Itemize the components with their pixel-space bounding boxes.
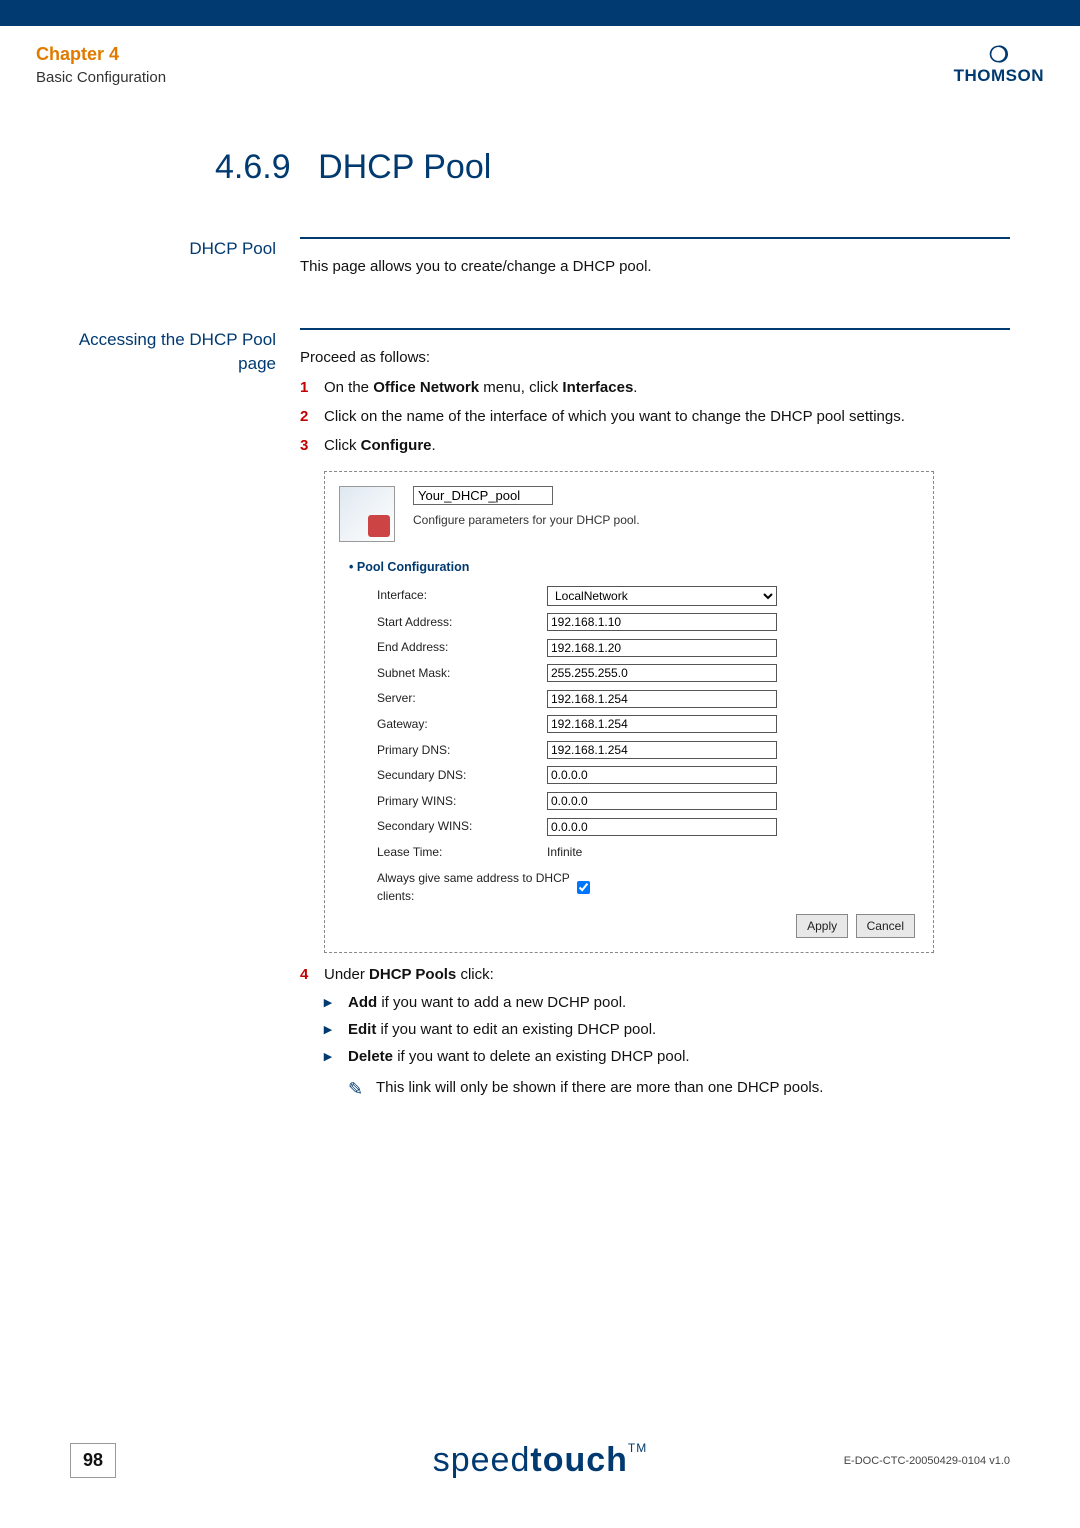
globe-icon: ❍ xyxy=(954,44,1044,66)
top-bar xyxy=(0,0,1080,26)
note-icon: ✎ xyxy=(348,1076,376,1104)
start-address-input[interactable] xyxy=(547,613,777,631)
sub-edit: Edit if you want to edit an existing DHC… xyxy=(348,1018,656,1041)
note-text: This link will only be shown if there ar… xyxy=(376,1076,823,1104)
chapter-subtitle: Basic Configuration xyxy=(36,69,166,86)
doc-id: E-DOC-CTC-20050429-0104 v1.0 xyxy=(844,1455,1010,1467)
apply-button[interactable]: Apply xyxy=(796,914,848,939)
same-address-checkbox[interactable] xyxy=(577,881,590,894)
network-thumbnail-icon xyxy=(339,486,395,542)
secondary-dns-input[interactable] xyxy=(547,766,777,784)
sub-del-t: if you want to delete an existing DHCP p… xyxy=(393,1048,690,1065)
sub-delete: Delete if you want to delete an existing… xyxy=(348,1045,690,1068)
pool-config-title: Pool Configuration xyxy=(349,558,915,577)
pool-name-input[interactable] xyxy=(413,486,553,505)
page-header: Chapter 4 Basic Configuration ❍ THOMSON xyxy=(0,26,1080,98)
gateway-input[interactable] xyxy=(547,715,777,733)
lbl-gateway: Gateway: xyxy=(377,715,547,734)
lbl-interface: Interface: xyxy=(377,586,547,605)
pool-desc: Configure parameters for your DHCP pool. xyxy=(413,511,640,530)
triangle-bullet-icon: ▸ xyxy=(324,1045,348,1068)
primary-dns-input[interactable] xyxy=(547,741,777,759)
page-footer: 98 speedtouchTM E-DOC-CTC-20050429-0104 … xyxy=(0,1443,1080,1478)
lbl-pwins: Primary WINS: xyxy=(377,792,547,811)
step-num-2: 2 xyxy=(300,405,324,428)
step-3-text: Click Configure. xyxy=(324,434,1010,457)
footer-brand-tm: TM xyxy=(628,1441,647,1455)
lbl-pdns: Primary DNS: xyxy=(377,741,547,760)
chapter-title: Chapter 4 xyxy=(36,44,166,65)
lease-time-value: Infinite xyxy=(547,843,582,862)
step3-post: . xyxy=(432,437,436,454)
sidehead-accessing: Accessing the DHCP Pool page xyxy=(70,328,300,1104)
step-num-3: 3 xyxy=(300,434,324,457)
step4-post: click: xyxy=(456,966,494,983)
lbl-end: End Address: xyxy=(377,638,547,657)
lbl-lease: Lease Time: xyxy=(377,843,547,862)
step-num-4: 4 xyxy=(300,963,324,986)
step3-pre: Click xyxy=(324,437,361,454)
sub-add-t: if you want to add a new DCHP pool. xyxy=(377,994,626,1011)
page-number: 98 xyxy=(70,1443,116,1478)
end-address-input[interactable] xyxy=(547,639,777,657)
sub-edit-b: Edit xyxy=(348,1021,376,1038)
section-title: DHCP Pool xyxy=(318,148,491,186)
section-heading: 4.6.9 DHCP Pool xyxy=(215,148,1010,187)
lbl-start: Start Address: xyxy=(377,613,547,632)
step1-post: . xyxy=(633,379,637,396)
footer-brand: speedtouchTM xyxy=(433,1441,648,1480)
sub-edit-t: if you want to edit an existing DHCP poo… xyxy=(376,1021,656,1038)
step4-pre: Under xyxy=(324,966,369,983)
brand-name: THOMSON xyxy=(954,66,1044,86)
step1-b1: Office Network xyxy=(373,379,479,396)
step1-mid: menu, click xyxy=(479,379,562,396)
footer-brand-bold: touch xyxy=(530,1441,628,1479)
step1-pre: On the xyxy=(324,379,373,396)
sub-add: Add if you want to add a new DCHP pool. xyxy=(348,991,626,1014)
lbl-always: Always give same address to DHCP clients… xyxy=(377,869,577,906)
footer-brand-light: speed xyxy=(433,1441,531,1479)
step-num-1: 1 xyxy=(300,376,324,399)
server-input[interactable] xyxy=(547,690,777,708)
sidehead-dhcp-pool: DHCP Pool xyxy=(70,237,300,278)
cancel-button[interactable]: Cancel xyxy=(856,914,915,939)
step-4-text: Under DHCP Pools click: xyxy=(324,963,1010,986)
sub-add-b: Add xyxy=(348,994,377,1011)
block1-text: This page allows you to create/change a … xyxy=(300,237,1010,278)
triangle-bullet-icon: ▸ xyxy=(324,1018,348,1041)
lbl-subnet: Subnet Mask: xyxy=(377,664,547,683)
secondary-wins-input[interactable] xyxy=(547,818,777,836)
primary-wins-input[interactable] xyxy=(547,792,777,810)
step4-b: DHCP Pools xyxy=(369,966,456,983)
section-number: 4.6.9 xyxy=(215,148,291,186)
proceed-intro: Proceed as follows: xyxy=(300,346,1010,369)
lbl-swins: Secondary WINS: xyxy=(377,817,547,836)
config-screenshot: Configure parameters for your DHCP pool.… xyxy=(324,471,934,953)
interface-select[interactable]: LocalNetwork xyxy=(547,586,777,606)
triangle-bullet-icon: ▸ xyxy=(324,991,348,1014)
step-2-text: Click on the name of the interface of wh… xyxy=(324,405,1010,428)
step-1-text: On the Office Network menu, click Interf… xyxy=(324,376,1010,399)
subnet-mask-input[interactable] xyxy=(547,664,777,682)
lbl-sdns: Secundary DNS: xyxy=(377,766,547,785)
lbl-server: Server: xyxy=(377,689,547,708)
sub-del-b: Delete xyxy=(348,1048,393,1065)
step1-b2: Interfaces xyxy=(562,379,633,396)
step3-b: Configure xyxy=(361,437,432,454)
brand-logo: ❍ THOMSON xyxy=(954,44,1044,86)
